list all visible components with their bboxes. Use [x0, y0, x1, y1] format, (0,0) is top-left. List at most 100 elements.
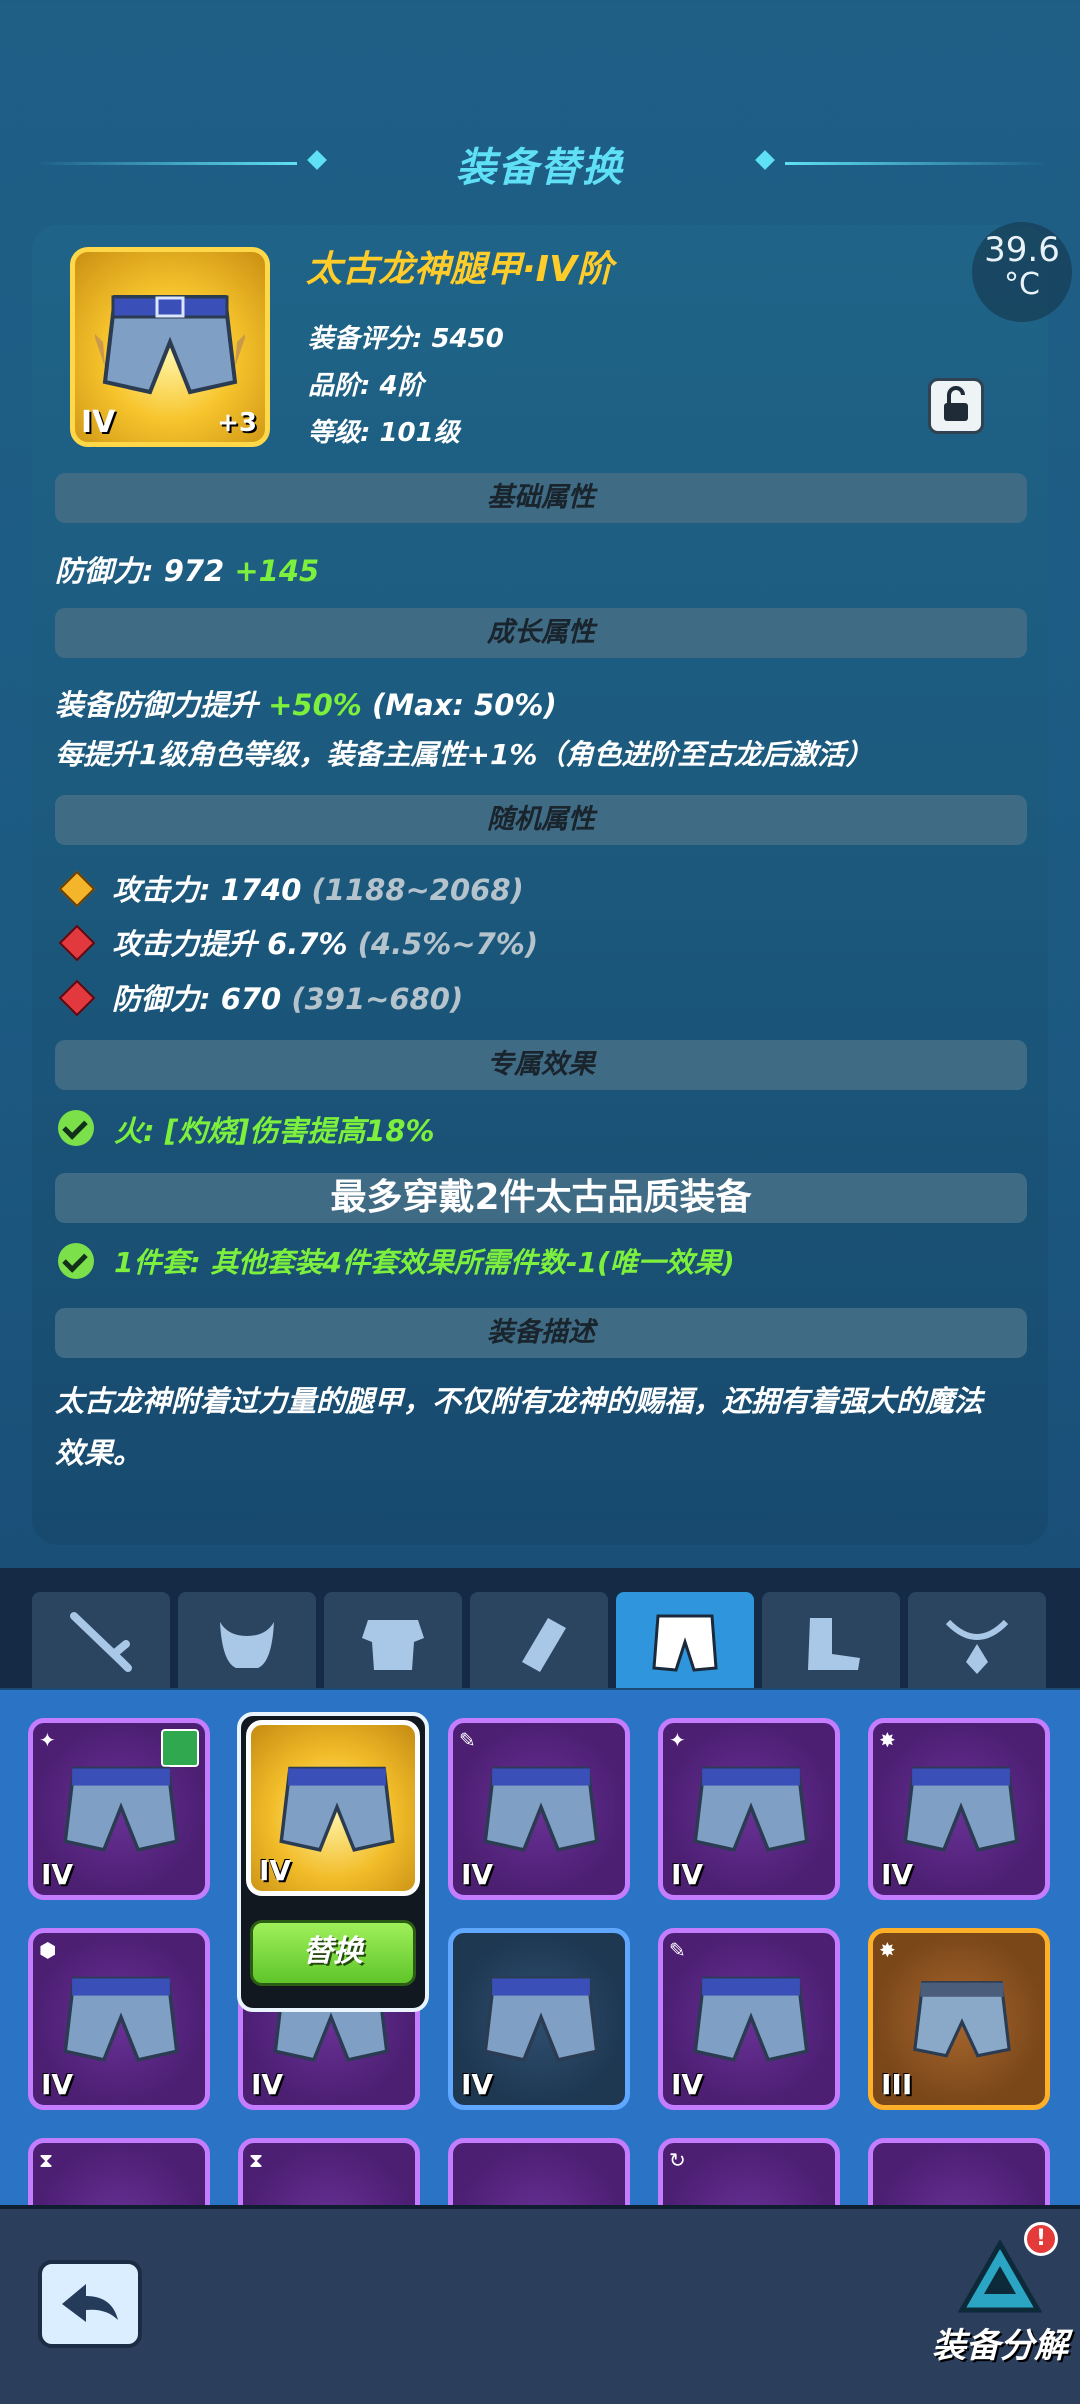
pants-icon — [652, 1614, 718, 1672]
tier-label: IV — [41, 1858, 74, 1891]
pants-icon — [903, 1766, 1019, 1852]
pants-icon — [693, 1976, 809, 2062]
pants-icon — [63, 1976, 179, 2062]
replace-button[interactable]: 替换 — [250, 1920, 416, 1986]
tier-label: IV — [461, 1858, 494, 1891]
equipment-card[interactable] — [868, 2138, 1050, 2210]
random-attr-label: 攻击力提升 6.7% — [112, 927, 348, 961]
equipment-card[interactable]: ✸ III — [868, 1928, 1050, 2110]
tier-label: IV — [671, 2068, 704, 2101]
hourglass-icon: ⧗ — [39, 2148, 54, 2172]
sword-icon — [70, 1612, 132, 1672]
back-button[interactable] — [38, 2260, 142, 2348]
equipment-card[interactable]: ⧗ — [28, 2138, 210, 2210]
equipment-card[interactable]: ✦ IV — [28, 1718, 210, 1900]
tab-amulet[interactable] — [908, 1592, 1046, 1688]
tab-boots[interactable] — [762, 1592, 900, 1688]
base-attr-line: 防御力: 972 +145 — [55, 548, 319, 590]
equipment-card[interactable]: ✎ IV — [448, 1718, 630, 1900]
tab-pants[interactable] — [616, 1592, 754, 1688]
selected-item-preview: IV — [246, 1720, 420, 1896]
tab-weapon[interactable] — [32, 1592, 170, 1688]
section-base: 基础属性 — [55, 473, 1027, 523]
check-icon — [58, 1243, 94, 1279]
growth-line-2: 每提升1级角色等级，装备主属性+1%（角色进阶至古龙后激活） — [55, 738, 874, 771]
equipment-card[interactable]: ✦ IV — [658, 1718, 840, 1900]
section-set: 最多穿戴2件太古品质装备 — [55, 1173, 1027, 1223]
equipment-grid: ✦ IV IV ✎ IV ✦ IV ✸ IV ⬢ IV IV IV ✎ IV — [0, 1690, 1080, 2210]
section-exclusive: 专属效果 — [55, 1040, 1027, 1090]
random-attr-1: 攻击力: 1740 (1188~2068) — [112, 867, 524, 909]
hourglass-icon: ⧗ — [249, 2148, 264, 2172]
equipment-card[interactable] — [448, 2138, 630, 2210]
tab-bracer[interactable] — [470, 1592, 608, 1688]
equipment-card[interactable]: ⧗ — [238, 2138, 420, 2210]
check-icon — [58, 1110, 94, 1146]
growth-label: 装备防御力提升 — [55, 688, 259, 722]
tier-label: IV — [461, 2068, 494, 2101]
boots-icon — [808, 1618, 860, 1670]
pants-icon — [483, 1766, 599, 1852]
tier-label: IV — [259, 1854, 292, 1887]
tier-label: IV — [881, 1858, 914, 1891]
equipment-card[interactable]: ✎ IV — [658, 1928, 840, 2110]
pants-icon — [95, 295, 245, 395]
section-random: 随机属性 — [55, 795, 1027, 845]
pants-icon — [483, 1976, 599, 2062]
equipment-card[interactable]: ↻ — [658, 2138, 840, 2210]
set-effect: 1件套: 其他套装4件套效果所需件数-1(唯一效果) — [114, 1246, 735, 1279]
tier-label: III — [881, 2068, 913, 2101]
tier-label: IV — [41, 2068, 74, 2101]
swirl-icon: ↻ — [669, 2148, 686, 2172]
pants-icon — [693, 1766, 809, 1852]
random-attr-label: 防御力: 670 — [112, 982, 282, 1016]
unlock-icon — [944, 386, 968, 421]
exclusive-effect: 火: [灼烧]伤害提高18% — [114, 1114, 435, 1148]
growth-line-1: 装备防御力提升 +50% (Max: 50%) — [55, 682, 557, 724]
temperature-unit: °C — [1004, 267, 1040, 302]
amulet-icon — [945, 1619, 1009, 1674]
dismantle-button-label[interactable]: 装备分解 — [920, 2318, 1080, 2367]
base-attr-bonus: +145 — [234, 554, 320, 588]
tier-label: IV — [671, 1858, 704, 1891]
bracer-icon — [522, 1618, 566, 1672]
base-attr-label: 防御力: 972 — [55, 554, 225, 588]
section-desc: 装备描述 — [55, 1308, 1027, 1358]
tab-armor[interactable] — [324, 1592, 462, 1688]
random-attr-label: 攻击力: 1740 — [112, 873, 302, 907]
item-tier: IV — [81, 405, 116, 440]
section-growth: 成长属性 — [55, 608, 1027, 658]
header-line-right — [785, 162, 1047, 165]
item-icon: IV +3 — [70, 247, 270, 447]
tab-helmet[interactable] — [178, 1592, 316, 1688]
equipment-card[interactable]: ⬢ IV — [28, 1928, 210, 2110]
burst-icon: ✸ — [879, 1938, 896, 1962]
description-line-2: 效果。 — [55, 1436, 143, 1470]
alert-badge: ! — [1024, 2222, 1058, 2256]
armor-icon — [362, 1620, 424, 1670]
back-arrow-icon — [62, 2284, 118, 2322]
item-score: 装备评分: 5450 — [308, 324, 504, 354]
growth-max: (Max: 50%) — [371, 688, 557, 722]
item-grade: 品阶: 4阶 — [308, 371, 424, 401]
bottom-bar — [0, 2205, 1080, 2404]
pants-icon — [279, 1766, 395, 1852]
item-name: 太古龙神腿甲·IV阶 — [306, 249, 613, 290]
pants-icon — [913, 1981, 1011, 2058]
pants-icon — [63, 1766, 179, 1852]
lock-button[interactable] — [928, 378, 984, 434]
random-attr-range: (1188~2068) — [311, 873, 524, 907]
equipment-card[interactable]: IV — [448, 1928, 630, 2110]
random-attr-2: 攻击力提升 6.7% (4.5%~7%) — [112, 921, 538, 963]
temperature-value: 39.6 — [984, 230, 1060, 270]
tier-label: IV — [251, 2068, 284, 2101]
random-attr-range: (391~680) — [291, 982, 464, 1016]
helmet-icon — [220, 1622, 274, 1668]
random-attr-range: (4.5%~7%) — [357, 927, 539, 961]
item-level: 等级: 101级 — [308, 418, 460, 448]
temperature-badge: 39.6 °C — [972, 222, 1072, 322]
equipment-card[interactable]: ✸ IV — [868, 1718, 1050, 1900]
random-attr-3: 防御力: 670 (391~680) — [112, 976, 463, 1018]
growth-value: +50% — [268, 688, 362, 722]
item-enhance: +3 — [217, 408, 257, 438]
